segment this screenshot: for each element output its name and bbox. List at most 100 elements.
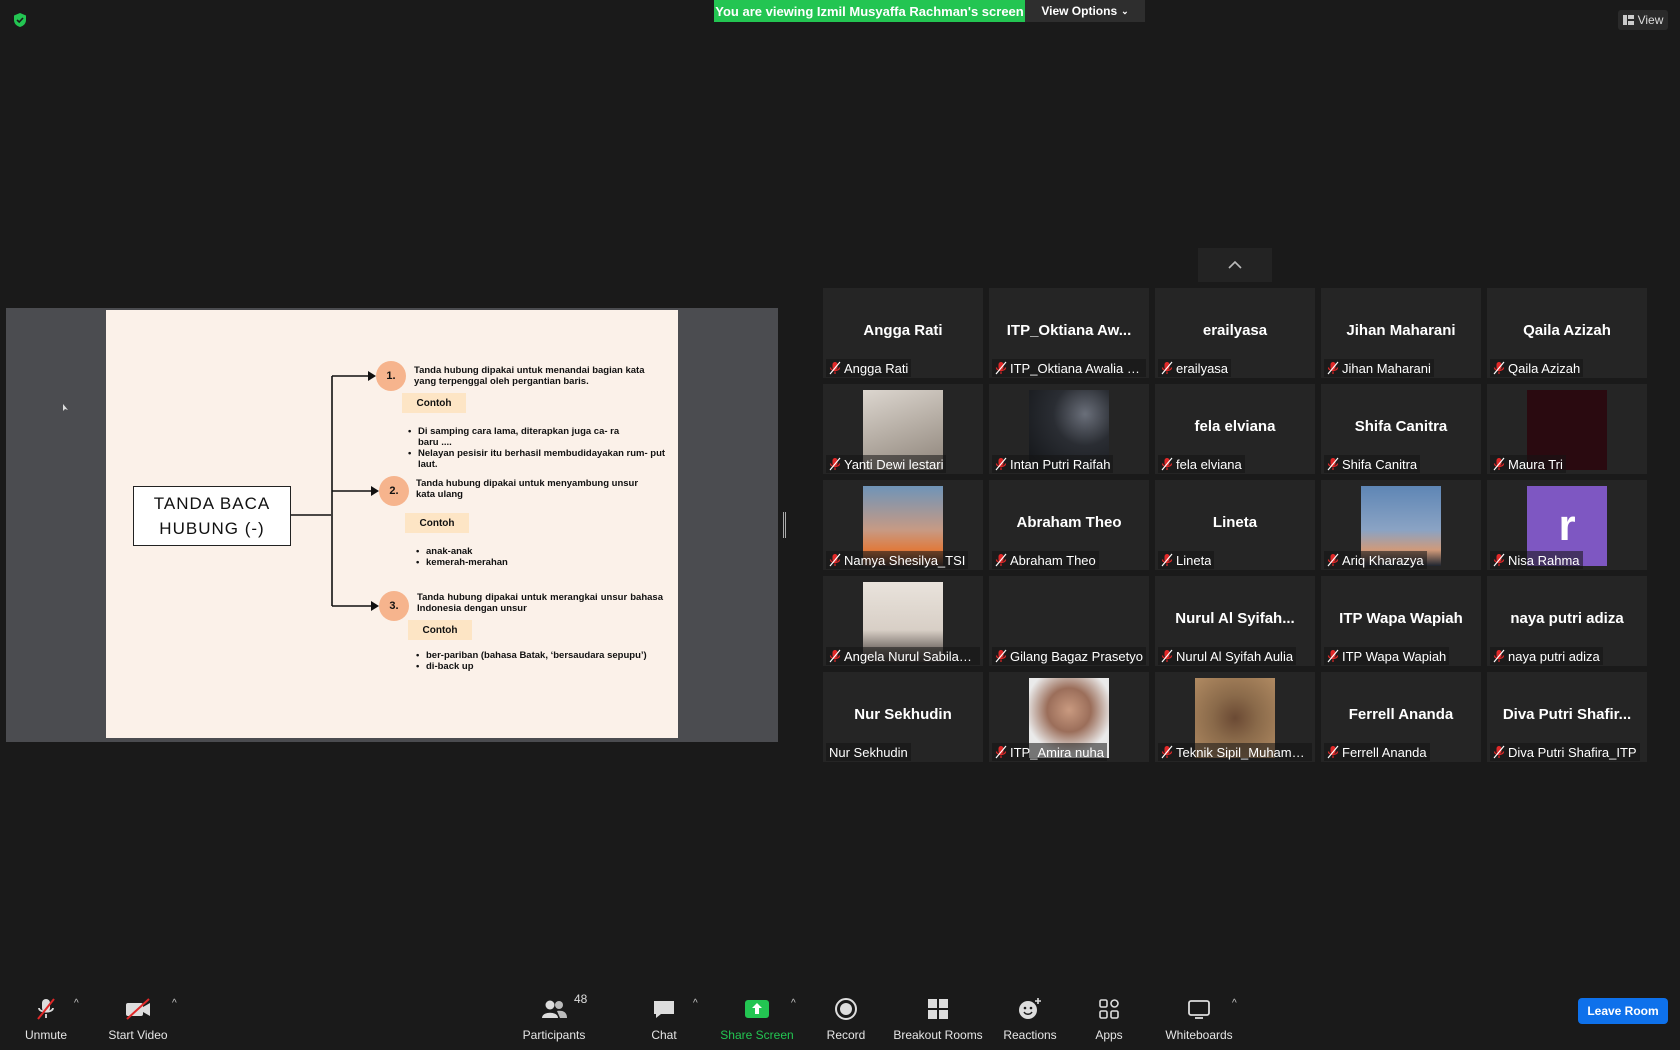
breakout-rooms-button[interactable]: Breakout Rooms	[893, 988, 983, 1050]
participant-tile[interactable]: Namya Shesilya_TSI	[823, 480, 983, 570]
whiteboards-options-caret-icon[interactable]: ^	[1232, 998, 1237, 1009]
example-item: kemerah-merahan	[416, 557, 656, 568]
grid-view-icon	[1622, 15, 1634, 25]
participant-tile[interactable]: Angela Nurul Sabila_I...	[823, 576, 983, 666]
record-button[interactable]: Record	[826, 988, 866, 1050]
participant-tile-name: naya putri adiza	[1510, 610, 1624, 627]
chat-button[interactable]: Chat	[648, 988, 680, 1050]
participants-button[interactable]: 48 Participants	[522, 988, 588, 1050]
participant-tile[interactable]: Jihan Maharani Jihan Maharani	[1321, 288, 1481, 378]
participant-name: Teknik Sipil_Muhamm...	[1176, 744, 1309, 760]
participant-tile[interactable]: fela elviana fela elviana	[1155, 384, 1315, 474]
item-number-2: 2.	[379, 476, 409, 506]
microphone-muted-icon	[1327, 649, 1339, 663]
participant-tile[interactable]: Abraham Theo Abraham Theo	[989, 480, 1149, 570]
participant-name: ITP_Amira nuha	[1010, 744, 1104, 760]
chevron-down-icon: ⌄	[1121, 5, 1129, 16]
microphone-muted-icon	[829, 457, 841, 471]
split-view-resize-handle[interactable]	[783, 512, 786, 538]
leave-room-button[interactable]: Leave Room	[1578, 998, 1668, 1024]
participant-tile-name: Lineta	[1212, 514, 1258, 531]
participant-tile-name: Angga Rati	[863, 322, 943, 339]
share-screen-label: Share Screen	[720, 1028, 794, 1042]
participant-name: Shifa Canitra	[1342, 456, 1418, 472]
participant-name: fela elviana	[1176, 456, 1242, 472]
participant-tile[interactable]: Diva Putri Shafir... Diva Putri Shafira_I…	[1487, 672, 1647, 762]
breakout-rooms-icon	[928, 999, 948, 1019]
apps-button[interactable]: Apps	[1092, 988, 1126, 1050]
participant-tile[interactable]: Teknik Sipil_Muhamm...	[1155, 672, 1315, 762]
participant-tile-name: Abraham Theo	[1016, 514, 1122, 531]
view-label: View	[1637, 13, 1664, 27]
item-description-1: Tanda hubung dipakai untuk menandai bagi…	[414, 365, 645, 387]
share-screen-button[interactable]: Share Screen	[720, 988, 794, 1050]
whiteboard-icon	[1188, 1000, 1210, 1019]
apps-label: Apps	[1095, 1028, 1123, 1042]
security-shield-icon[interactable]	[12, 12, 28, 28]
participant-tile[interactable]: Ariq Kharazya	[1321, 480, 1481, 570]
microphone-muted-icon	[1493, 553, 1505, 567]
audio-options-caret-icon[interactable]: ^	[74, 998, 79, 1009]
video-camera-off-icon	[126, 998, 150, 1020]
view-button[interactable]: View	[1618, 10, 1668, 30]
participant-name-label: Yanti Dewi lestari	[826, 455, 947, 473]
participant-tile[interactable]: Nurul Al Syifah... Nurul Al Syifah Aulia	[1155, 576, 1315, 666]
participant-name-label: Shifa Canitra	[1324, 455, 1421, 473]
chat-options-caret-icon[interactable]: ^	[693, 998, 698, 1009]
participant-tile[interactable]: Ferrell Ananda Ferrell Ananda	[1321, 672, 1481, 762]
participant-name: Nur Sekhudin	[829, 744, 908, 760]
microphone-muted-icon	[829, 361, 841, 375]
participant-name-label: Nisa Rahma	[1490, 551, 1583, 569]
participant-tile-name: Diva Putri Shafir...	[1502, 706, 1632, 723]
participant-tile[interactable]: naya putri adiza naya putri adiza	[1487, 576, 1647, 666]
start-video-button[interactable]: Start Video	[106, 988, 170, 1050]
chevron-up-icon	[1228, 261, 1242, 269]
participant-tile[interactable]: ITP_Oktiana Aw... ITP_Oktiana Awalia Sy..…	[989, 288, 1149, 378]
participant-tile[interactable]: ITP_Amira nuha	[989, 672, 1149, 762]
unmute-button[interactable]: Unmute	[22, 988, 70, 1050]
participant-name-label: Nur Sekhudin	[826, 743, 911, 761]
participant-gallery: Angga Rati Angga Rati ITP_Oktiana Aw... ITP…	[823, 288, 1647, 762]
participant-tile[interactable]: Intan Putri Raifah	[989, 384, 1149, 474]
participant-tile[interactable]: Yanti Dewi lestari	[823, 384, 983, 474]
gallery-page-up-button[interactable]	[1198, 248, 1272, 282]
participant-name-label: fela elviana	[1158, 455, 1245, 473]
participants-icon	[542, 1000, 567, 1018]
whiteboards-label: Whiteboards	[1165, 1028, 1233, 1042]
participant-tile[interactable]: Maura Tri	[1487, 384, 1647, 474]
participant-tile-name: ITP_Oktiana Aw...	[1006, 322, 1132, 339]
microphone-muted-icon	[829, 649, 841, 663]
microphone-muted-icon	[1493, 361, 1505, 375]
participant-tile[interactable]: r Nisa Rahma	[1487, 480, 1647, 570]
participant-name: ITP_Oktiana Awalia Sy...	[1010, 360, 1143, 376]
example-item: Di samping cara lama, diterapkan juga ca…	[408, 426, 670, 448]
reactions-button[interactable]: Reactions	[1003, 988, 1057, 1050]
contoh-label-1: Contoh	[402, 393, 466, 413]
participant-tile[interactable]: Shifa Canitra Shifa Canitra	[1321, 384, 1481, 474]
participant-name-label: ITP_Oktiana Awalia Sy...	[992, 359, 1146, 377]
share-screen-icon	[745, 1000, 769, 1018]
participant-tile[interactable]: erailyasa erailyasa	[1155, 288, 1315, 378]
participant-name-label: Ferrell Ananda	[1324, 743, 1430, 761]
participant-name: Lineta	[1176, 552, 1212, 568]
item-description-2: Tanda hubung dipakai untuk menyambung un…	[416, 478, 639, 500]
microphone-muted-icon	[1327, 745, 1339, 759]
cursor-icon	[63, 404, 68, 411]
whiteboards-button[interactable]: Whiteboards	[1164, 988, 1234, 1050]
participant-tile-name: ITP Wapa Wapiah	[1339, 610, 1463, 627]
view-options-button[interactable]: View Options ⌄	[1025, 0, 1145, 22]
participant-tile[interactable]: Nur Sekhudin Nur Sekhudin	[823, 672, 983, 762]
participant-tile[interactable]: Gilang Bagaz Prasetyo	[989, 576, 1149, 666]
participant-name-label: Diva Putri Shafira_ITP	[1490, 743, 1640, 761]
participant-tile[interactable]: Angga Rati Angga Rati	[823, 288, 983, 378]
participant-name-label: erailyasa	[1158, 359, 1232, 377]
contoh-label-2: Contoh	[405, 513, 469, 533]
participant-tile[interactable]: Lineta Lineta	[1155, 480, 1315, 570]
participant-tile[interactable]: Qaila Azizah Qaila Azizah	[1487, 288, 1647, 378]
participant-tile[interactable]: ITP Wapa Wapiah ITP Wapa Wapiah	[1321, 576, 1481, 666]
share-options-caret-icon[interactable]: ^	[791, 998, 796, 1009]
microphone-muted-icon	[995, 553, 1007, 567]
participant-tile-name: erailyasa	[1202, 322, 1268, 339]
video-options-caret-icon[interactable]: ^	[172, 998, 177, 1009]
participant-name: ITP Wapa Wapiah	[1342, 648, 1447, 664]
